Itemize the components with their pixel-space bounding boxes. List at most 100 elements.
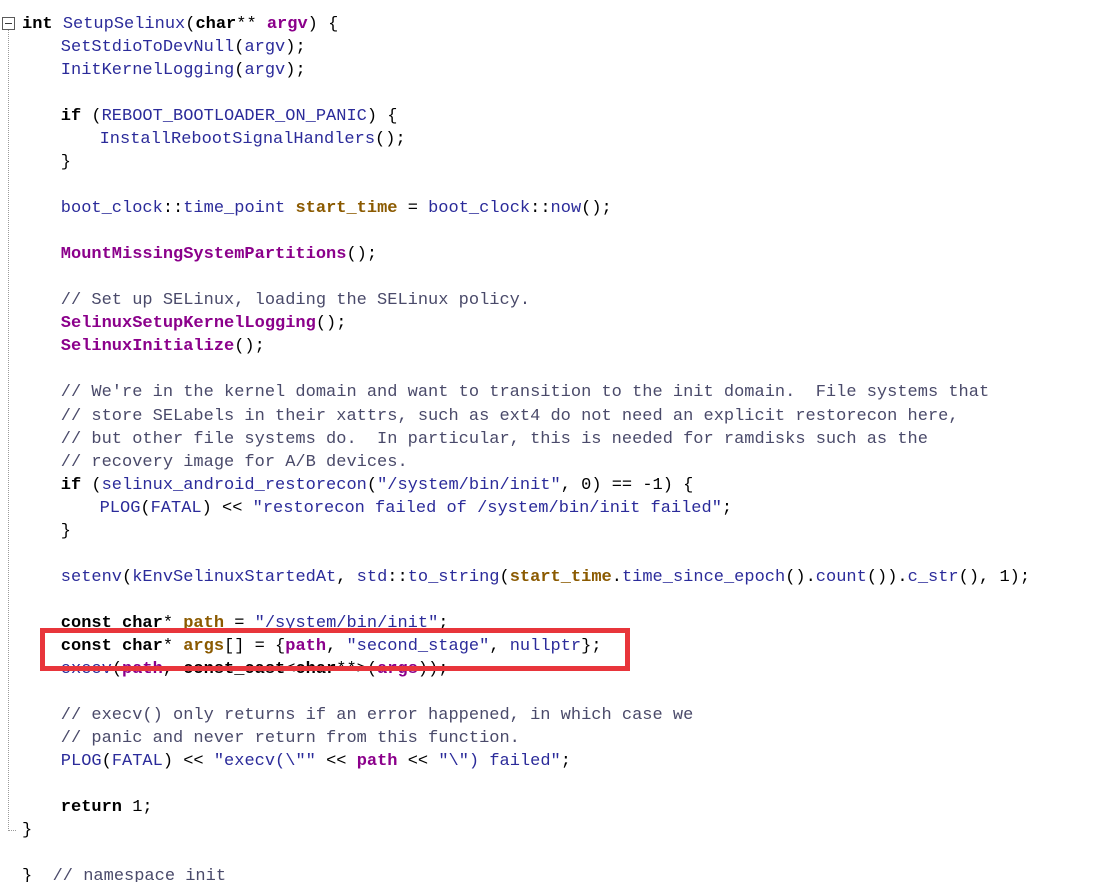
code-line: if (REBOOT_BOOTLOADER_ON_PANIC) { — [61, 105, 398, 128]
code-token: boot_clock — [428, 199, 531, 219]
code-token: // execv() only returns if an error happ… — [60, 705, 694, 725]
code-token: // Set up SELinux, loading the SELinux p… — [60, 291, 531, 311]
code-editor[interactable]: int SetupSelinux(char** argv) {SetStdioT… — [0, 0, 1119, 882]
code-token: ) == — [591, 475, 643, 495]
code-token: ; — [721, 498, 733, 518]
code-token: , — [326, 636, 347, 656]
code-token: } — [60, 153, 71, 173]
code-token: ) { — [366, 107, 398, 127]
code-line: // panic and never return from this func… — [61, 727, 520, 750]
code-token: "execv(\"" — [213, 751, 316, 771]
code-line: // We're in the kernel domain and want t… — [61, 381, 989, 404]
code-token: ( — [185, 15, 196, 34]
code-token: ; — [560, 751, 571, 771]
code-token: ; — [438, 613, 449, 633]
code-line: return 1; — [61, 796, 153, 819]
code-token: . — [611, 567, 622, 587]
code-line: boot_clock::time_point start_time = boot… — [61, 197, 612, 220]
code-token: path — [122, 659, 163, 679]
code-token: ** — [236, 15, 267, 34]
code-line: // execv() only returns if an error happ… — [61, 704, 694, 727]
code-line: } // namespace init — [22, 865, 226, 882]
code-token: * — [162, 636, 184, 656]
code-line: SetStdioToDevNull(argv); — [61, 36, 306, 59]
code-token: time_since_epoch — [621, 567, 786, 587]
code-token: << — [397, 751, 439, 771]
code-line: } — [61, 151, 71, 174]
code-token: start_time — [509, 567, 612, 587]
code-token: REBOOT_BOOTLOADER_ON_PANIC — [101, 107, 367, 127]
code-line: const char* path = "/system/bin/init"; — [61, 612, 449, 635]
code-token: selinux_android_restorecon — [101, 475, 367, 495]
code-token: ) << — [201, 498, 253, 518]
code-token: int — [22, 15, 63, 34]
code-line: InstallRebootSignalHandlers(); — [100, 128, 406, 151]
code-token: "\") failed" — [438, 751, 561, 771]
code-token: (); — [315, 314, 347, 334]
code-token: (); — [346, 245, 378, 265]
code-token: << — [315, 751, 357, 771]
code-token: path — [183, 613, 225, 633]
code-token: const — [60, 613, 112, 633]
code-token: } — [22, 867, 53, 882]
code-token: }; — [581, 636, 602, 656]
code-token: c_str — [907, 567, 959, 587]
code-token: (); — [375, 130, 406, 150]
code-token: (); — [234, 337, 265, 357]
code-token: path — [285, 636, 327, 656]
code-line: } — [61, 520, 71, 543]
code-token: path — [356, 751, 398, 771]
code-token: SelinuxInitialize — [60, 337, 235, 357]
code-token: // We're in the kernel domain and want t… — [60, 383, 990, 403]
code-line: if (selinux_android_restorecon("/system/… — [61, 474, 694, 497]
code-token: )); — [417, 659, 449, 679]
code-token: SetStdioToDevNull — [60, 38, 235, 58]
code-line: const char* args[] = {path, "second_stag… — [61, 635, 602, 658]
code-token: FATAL — [150, 498, 202, 518]
code-token: ( — [81, 475, 102, 495]
code-line: // but other file systems do. In particu… — [61, 428, 928, 451]
code-token: ); — [1009, 567, 1031, 587]
code-token: args — [183, 636, 225, 656]
code-token: 1 — [999, 567, 1010, 587]
code-token: , — [560, 475, 582, 495]
code-line: SelinuxInitialize(); — [61, 335, 265, 358]
code-token: 0 — [581, 475, 592, 495]
code-token: ); — [285, 61, 306, 81]
code-token: 1 — [132, 798, 143, 818]
code-line: execv(path, const_cast<char**>(args)); — [61, 658, 449, 681]
code-token: execv — [60, 659, 112, 679]
code-token: [] = { — [224, 636, 286, 656]
code-token: MountMissingSystemPartitions — [60, 245, 347, 265]
code-token: argv — [244, 38, 286, 58]
code-token: **>( — [336, 659, 378, 679]
code-token: } — [60, 521, 71, 541]
code-token: "/system/bin/init" — [254, 613, 439, 633]
code-token: < — [285, 659, 296, 679]
code-token: const_cast — [183, 659, 286, 679]
code-line: // store SELabels in their xattrs, such … — [61, 405, 959, 428]
code-line: // Set up SELinux, loading the SELinux p… — [61, 289, 530, 312]
code-token: count — [815, 567, 867, 587]
fold-collapse-icon[interactable] — [2, 17, 15, 30]
code-token: } — [22, 821, 33, 841]
code-token: ( — [234, 38, 245, 58]
code-token: char — [122, 636, 163, 656]
code-token: ( — [234, 61, 245, 81]
fold-guide-line — [8, 30, 10, 831]
code-token: ) { — [662, 475, 694, 495]
code-line: setenv(kEnvSelinuxStartedAt, std::to_str… — [61, 566, 1030, 589]
code-token: ( — [101, 751, 112, 771]
code-token: = — [224, 613, 255, 633]
code-token: ( — [122, 567, 133, 587]
code-token: (); — [581, 199, 612, 219]
code-token: char — [122, 613, 163, 633]
code-token: const — [60, 636, 112, 656]
code-token: start_time — [295, 199, 398, 219]
code-line: SelinuxSetupKernelLogging(); — [61, 312, 347, 335]
code-line: MountMissingSystemPartitions(); — [61, 243, 377, 266]
code-token: SetupSelinux — [62, 15, 186, 34]
code-token: argv — [266, 15, 308, 34]
